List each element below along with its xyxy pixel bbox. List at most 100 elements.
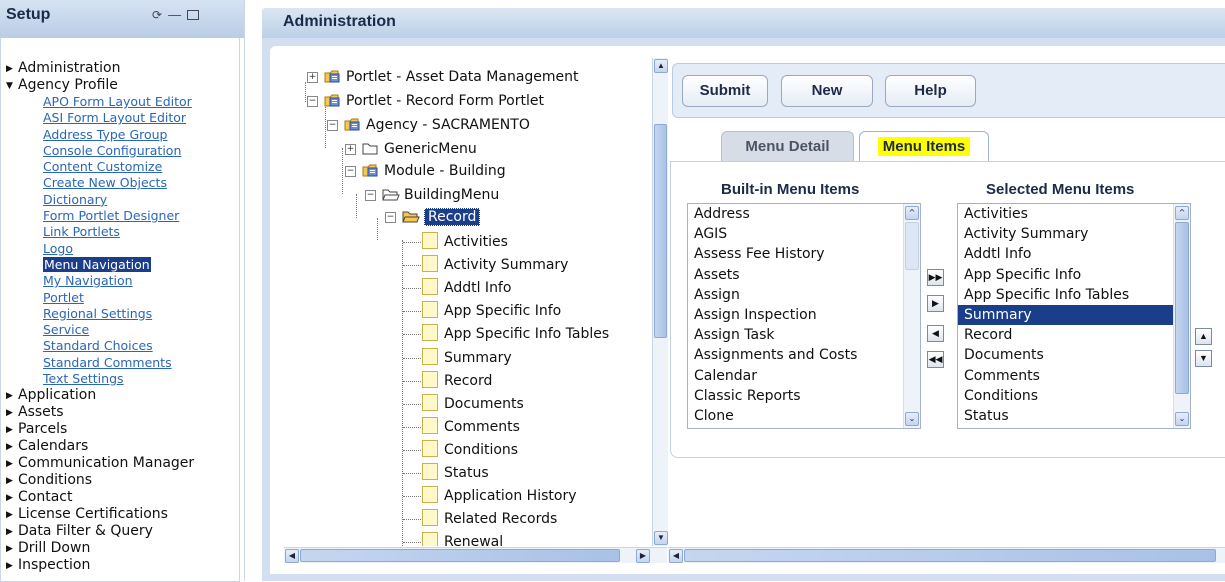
maximize-icon[interactable] <box>187 10 200 20</box>
nav-item-communication-manager[interactable]: ▶ Communication Manager <box>6 455 194 472</box>
tree-item[interactable]: Application History <box>422 485 576 507</box>
tree-item[interactable]: Conditions <box>422 439 518 461</box>
builtin-scrollbar[interactable]: ^ ⌄ <box>903 204 920 428</box>
selected-scroll-thumb[interactable] <box>1175 222 1189 394</box>
tree-vertical-scrollbar[interactable]: ▲ ▼ <box>652 58 668 546</box>
list-item[interactable]: Assignments and Costs <box>688 345 920 365</box>
list-item[interactable]: Record <box>958 325 1190 345</box>
nav-subitem[interactable]: Text Settings <box>6 371 194 387</box>
list-item[interactable]: Assign Inspection <box>688 305 920 325</box>
list-item[interactable]: Conditions <box>958 386 1190 406</box>
nav-link[interactable]: Logo <box>43 241 73 256</box>
scroll-left-icon[interactable]: ◀ <box>285 549 299 563</box>
tree-scroll-thumb[interactable] <box>654 124 667 338</box>
tree-node-agency[interactable]: − Agency - SACRAMENTO <box>327 114 530 136</box>
list-item[interactable]: Address <box>688 204 920 224</box>
collapse-icon[interactable]: − <box>365 190 376 201</box>
tree-item[interactable]: Comments <box>422 416 520 438</box>
nav-item-drill-down[interactable]: ▶ Drill Down <box>6 540 194 557</box>
list-item[interactable]: Classic Reports <box>688 386 920 406</box>
builtin-scroll-down-icon[interactable]: ⌄ <box>905 412 919 426</box>
tree-item[interactable]: Record <box>422 370 492 392</box>
nav-link[interactable]: Text Settings <box>43 371 124 386</box>
nav-subitem[interactable]: Standard Comments <box>6 355 194 371</box>
move-left-icon[interactable]: ◀ <box>927 325 944 342</box>
nav-subitem[interactable]: Standard Choices <box>6 338 194 354</box>
nav-link[interactable]: Content Customize <box>43 159 162 174</box>
tree-horizontal-scrollbar[interactable]: ◀ ▶ <box>284 547 667 563</box>
tree-item[interactable]: App Specific Info Tables <box>422 323 609 345</box>
collapse-icon[interactable]: − <box>327 120 338 131</box>
nav-item-data-filter-query[interactable]: ▶ Data Filter & Query <box>6 523 194 540</box>
tree-item[interactable]: Activities <box>422 231 508 253</box>
panel-hscroll-thumb[interactable] <box>684 549 1216 562</box>
tree-node-buildingmenu[interactable]: − BuildingMenu <box>365 184 499 206</box>
list-item[interactable]: Assess Fee History <box>688 244 920 264</box>
nav-subitem[interactable]: ASI Form Layout Editor <box>6 110 194 126</box>
nav-item-agency-profile[interactable]: ▼ Agency Profile <box>6 77 194 94</box>
list-item[interactable]: App Specific Info <box>958 265 1190 285</box>
nav-item-administration[interactable]: ▶ Administration <box>6 60 194 77</box>
nav-item-calendars[interactable]: ▶ Calendars <box>6 438 194 455</box>
list-item[interactable]: Addtl Info <box>958 244 1190 264</box>
panel-horizontal-scrollbar[interactable]: ◀ <box>668 547 1225 563</box>
nav-link[interactable]: Console Configuration <box>43 143 181 158</box>
collapse-icon[interactable]: − <box>385 212 396 223</box>
submit-button[interactable]: Submit <box>682 75 768 107</box>
nav-subitem[interactable]: Dictionary <box>6 192 194 208</box>
nav-subitem[interactable]: Form Portlet Designer <box>6 208 194 224</box>
tree-node-module-building[interactable]: − Module - Building <box>345 160 506 182</box>
list-item[interactable]: AGIS <box>688 224 920 244</box>
nav-link[interactable]: Menu Navigation <box>43 256 151 272</box>
nav-link[interactable]: Form Portlet Designer <box>43 208 179 223</box>
nav-subitem[interactable]: Menu Navigation <box>6 256 194 273</box>
builtin-scroll-up-icon[interactable]: ^ <box>905 206 919 220</box>
nav-item-inspection[interactable]: ▶ Inspection <box>6 557 194 574</box>
panel-scroll-left-icon[interactable]: ◀ <box>669 549 683 563</box>
nav-link[interactable]: Regional Settings <box>43 306 152 321</box>
move-all-left-icon[interactable]: ◀◀ <box>927 351 944 368</box>
tree-item[interactable]: Addtl Info <box>422 277 511 299</box>
list-item[interactable]: Activity Summary <box>958 224 1190 244</box>
tree-item[interactable]: Renewal <box>422 531 503 546</box>
nav-link[interactable]: Dictionary <box>43 192 107 207</box>
collapse-icon[interactable]: − <box>345 166 356 177</box>
list-item[interactable]: Activities <box>958 204 1190 224</box>
tree-hscroll-thumb[interactable] <box>300 549 620 562</box>
nav-link[interactable]: Link Portlets <box>43 224 120 239</box>
list-item[interactable]: Clone <box>688 406 920 426</box>
nav-subitem[interactable]: APO Form Layout Editor <box>6 94 194 110</box>
expand-icon[interactable]: + <box>345 144 356 155</box>
tree-node-genericmenu[interactable]: + GenericMenu <box>345 138 477 160</box>
list-item[interactable]: Assign Task <box>688 325 920 345</box>
tree-node-record[interactable]: − Record <box>385 206 481 228</box>
selected-scrollbar[interactable]: ^ ⌄ <box>1173 204 1190 428</box>
builtin-scroll-thumb[interactable] <box>905 222 919 270</box>
move-up-icon[interactable]: ▲ <box>1195 328 1212 345</box>
list-item[interactable]: Assign <box>688 285 920 305</box>
nav-item-assets[interactable]: ▶ Assets <box>6 404 194 421</box>
nav-link[interactable]: Address Type Group <box>43 127 168 142</box>
nav-link[interactable]: Standard Choices <box>43 338 153 353</box>
nav-subitem[interactable]: Regional Settings <box>6 306 194 322</box>
builtin-list[interactable]: Address AGIS Assess Fee History Assets Assig… <box>687 203 921 429</box>
nav-link[interactable]: ASI Form Layout Editor <box>43 110 186 125</box>
help-button[interactable]: Help <box>885 75 976 107</box>
move-right-icon[interactable]: ▶ <box>927 295 944 312</box>
list-item[interactable]: Documents <box>958 345 1190 365</box>
expand-icon[interactable]: + <box>307 72 318 83</box>
nav-subitem[interactable]: Address Type Group <box>6 127 194 143</box>
selected-list[interactable]: Activities Activity Summary Addtl Info App … <box>957 203 1191 429</box>
selected-scroll-up-icon[interactable]: ^ <box>1175 206 1189 220</box>
move-down-icon[interactable]: ▼ <box>1195 350 1212 367</box>
refresh-icon[interactable]: ⟳ <box>152 8 168 22</box>
scroll-up-icon[interactable]: ▲ <box>654 59 668 73</box>
nav-subitem[interactable]: Logo <box>6 241 194 257</box>
tree-item[interactable]: Related Records <box>422 508 557 530</box>
tree-item[interactable]: Summary <box>422 347 512 369</box>
nav-item-conditions[interactable]: ▶ Conditions <box>6 472 194 489</box>
nav-subitem[interactable]: Service <box>6 322 194 338</box>
nav-item-application[interactable]: ▶ Application <box>6 387 194 404</box>
tab-menu-detail[interactable]: Menu Detail <box>721 131 854 162</box>
list-item[interactable]: Calendar <box>688 366 920 386</box>
